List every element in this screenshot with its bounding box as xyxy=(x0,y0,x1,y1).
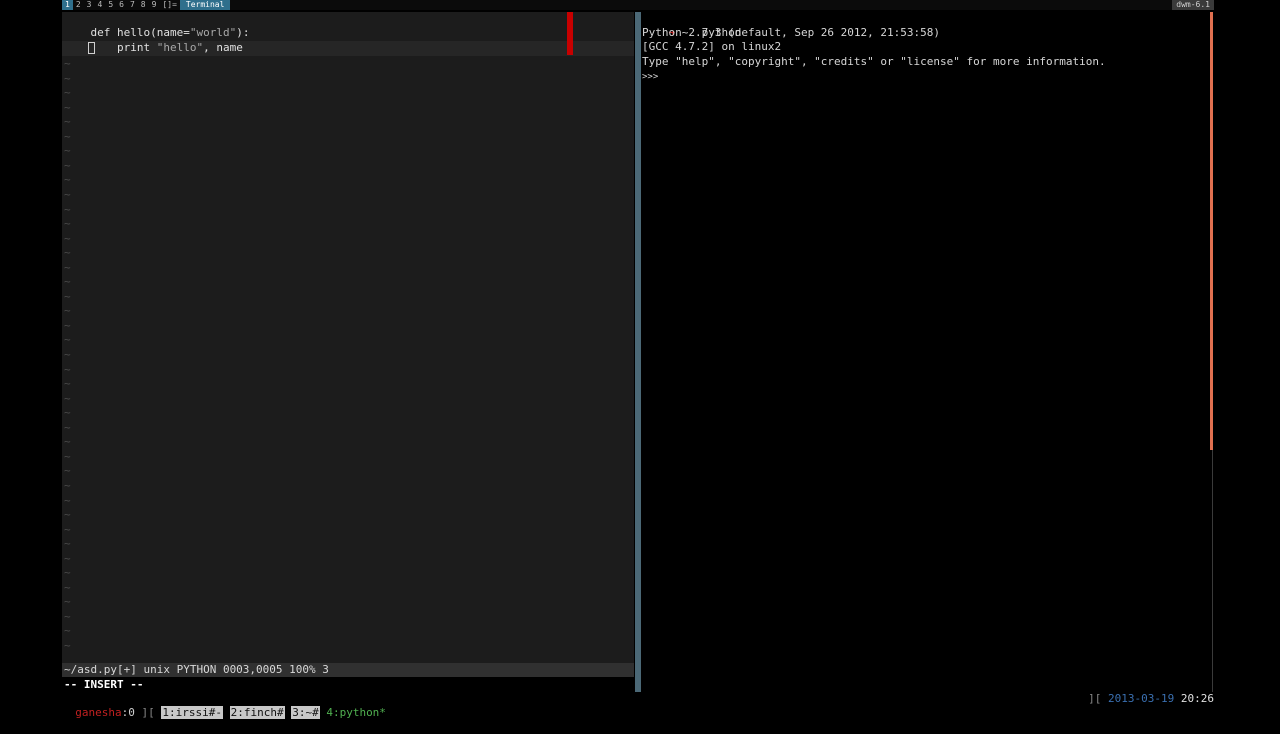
tmux-window-2[interactable]: 2:finch# xyxy=(229,706,285,719)
code-line-1[interactable]: def hello(name="world"): xyxy=(64,12,250,39)
tag-3[interactable]: 3 xyxy=(84,0,95,10)
shell-prompt-line: ➜ ~ python xyxy=(642,12,742,39)
tilde-marker: ~ xyxy=(64,639,71,652)
vim-statusline: ~/asd.py[+] unix PYTHON 0003,0005 100% 3 xyxy=(62,663,634,677)
tilde-marker: ~ xyxy=(64,566,71,580)
terminal-scroll-indicator[interactable] xyxy=(1210,12,1213,450)
tilde-marker: ~ xyxy=(64,333,71,347)
tmux-separator: ][ xyxy=(134,706,162,719)
dwm-version: dwm-6.1 xyxy=(1172,0,1214,10)
tmux-window-3[interactable]: 3:~# xyxy=(291,706,320,719)
tmux-window-1[interactable]: 1:irssi#- xyxy=(161,706,223,719)
tilde-marker: ~ xyxy=(64,187,71,201)
gcc-info-line: [GCC 4.7.2] on linux2 xyxy=(642,40,782,53)
color-column-marker xyxy=(567,12,573,55)
tag-9[interactable]: 9 xyxy=(149,0,160,10)
tag-1[interactable]: 1 xyxy=(62,0,73,10)
tmux-session-index: :0 xyxy=(121,706,135,719)
tilde-marker: ~ xyxy=(64,217,71,231)
tilde-marker: ~ xyxy=(64,522,71,536)
python-version-line: Python 2.7.3 (default, Sep 26 2012, 21:5… xyxy=(642,26,941,39)
tmux-time: 20:26 xyxy=(1180,692,1214,705)
tilde-marker: ~ xyxy=(64,362,71,376)
tmux-separator-right: ][ xyxy=(1088,692,1109,705)
terminal-scroll-track xyxy=(1212,450,1213,692)
tilde-marker: ~ xyxy=(64,318,71,332)
tilde-marker: ~ xyxy=(64,580,71,594)
tag-7[interactable]: 7 xyxy=(127,0,138,10)
tilde-marker: ~ xyxy=(64,391,71,405)
tilde-marker: ~ xyxy=(64,115,71,129)
tag-5[interactable]: 5 xyxy=(105,0,116,10)
tag-list: 1 2 3 4 5 6 7 8 9 []= Terminal xyxy=(62,0,231,10)
tilde-marker: ~ xyxy=(64,57,71,70)
vim-mode-indicator: -- INSERT -- xyxy=(64,678,144,691)
tmux-status-bar: ganesha:0 ][ 1:irssi#- 2:finch# 3:~# 4:p… xyxy=(62,692,1214,719)
tilde-marker: ~ xyxy=(64,493,71,507)
tag-6[interactable]: 6 xyxy=(116,0,127,10)
tilde-marker: ~ xyxy=(64,537,71,551)
tmux-date: 2013-03-19 xyxy=(1108,692,1175,705)
tilde-marker: ~ xyxy=(64,348,71,361)
tilde-marker: ~ xyxy=(64,595,71,609)
python-repl-prompt[interactable]: >>> xyxy=(642,70,658,84)
tilde-marker: ~ xyxy=(64,231,71,245)
tilde-marker: ~ xyxy=(64,129,71,143)
tilde-marker: ~ xyxy=(64,406,71,420)
layout-symbol[interactable]: []= xyxy=(159,0,179,10)
tilde-marker: ~ xyxy=(64,449,71,463)
tilde-marker: ~ xyxy=(64,435,71,449)
tmux-window-4-active[interactable]: 4:python* xyxy=(326,706,386,719)
tilde-marker: ~ xyxy=(64,275,71,289)
tilde-marker: ~ xyxy=(64,144,71,158)
tilde-marker: ~ xyxy=(64,508,71,522)
tilde-marker: ~ xyxy=(64,158,71,172)
tilde-marker: ~ xyxy=(64,289,71,303)
dwm-status-bar: 1 2 3 4 5 6 7 8 9 []= Terminal dwm-6.1 xyxy=(62,0,1214,10)
tilde-marker: ~ xyxy=(64,377,71,391)
tilde-marker: ~ xyxy=(64,609,71,623)
python-terminal-pane[interactable]: ➜ ~ python Python 2.7.3 (default, Sep 26… xyxy=(641,12,1212,692)
tilde-marker: ~ xyxy=(64,464,71,478)
tilde-marker: ~ xyxy=(64,551,71,565)
help-hint-line: Type "help", "copyright", "credits" or "… xyxy=(642,55,1106,68)
tilde-marker: ~ xyxy=(64,478,71,492)
tilde-marker: ~ xyxy=(64,86,71,100)
text-cursor xyxy=(88,42,95,54)
code-line-2[interactable]: print "hello", name xyxy=(64,27,243,54)
tmux-clock: ][ 2013-03-19 20:26 xyxy=(1088,692,1214,706)
tilde-marker: ~ xyxy=(64,173,71,187)
tag-4[interactable]: 4 xyxy=(94,0,105,10)
tilde-marker: ~ xyxy=(64,100,71,114)
vim-editor-pane[interactable]: def hello(name="world"): print "hello", … xyxy=(62,12,634,663)
tmux-session-name: ganesha xyxy=(75,706,122,719)
tilde-marker: ~ xyxy=(64,260,71,274)
tag-8[interactable]: 8 xyxy=(138,0,149,10)
tilde-marker: ~ xyxy=(64,420,71,434)
tilde-marker: ~ xyxy=(64,202,71,216)
tilde-marker: ~ xyxy=(64,624,71,638)
window-title: Terminal xyxy=(179,0,231,10)
tilde-marker: ~ xyxy=(64,71,71,85)
tag-2[interactable]: 2 xyxy=(73,0,84,10)
tilde-marker: ~ xyxy=(64,246,71,260)
tilde-marker: ~ xyxy=(64,304,71,318)
